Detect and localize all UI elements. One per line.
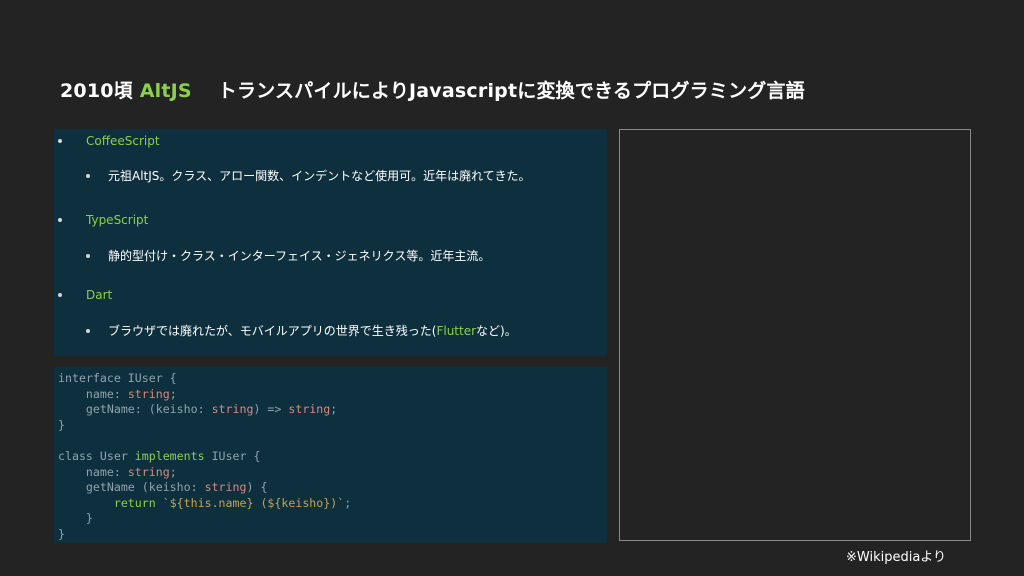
list-item-label: CoffeeScript — [86, 134, 160, 148]
language-list-panel — [54, 129, 607, 356]
title-topic: AltJS — [139, 80, 192, 102]
list-subitem-text: ブラウザでは廃れたが、モバイルアプリの世界で生き残った(Flutterなど)。 — [108, 324, 517, 338]
list-subitem-text: 静的型付け・クラス・インターフェイス・ジェネリクス等。近年主流。 — [108, 249, 491, 263]
code-sample: interface IUser { name: string; getName:… — [58, 371, 352, 541]
empty-frame — [619, 129, 971, 541]
bullet-icon — [58, 139, 62, 143]
footnote-source: ※Wikipediaより — [846, 550, 947, 565]
list-subitem-text: 元祖AltJS。クラス、アロー関数、インデントなど使用可。近年は廃れてきた。 — [108, 169, 531, 183]
bullet-icon — [86, 174, 90, 178]
slide-title: 2010頃 AltJS トランスパイルによりJavascriptに変換できるプログ… — [60, 76, 805, 103]
bullet-icon — [86, 254, 90, 258]
title-description: トランスパイルによりJavascriptに変換できるプログラミング言語 — [217, 80, 805, 102]
bullet-icon — [58, 293, 62, 297]
title-year: 2010頃 — [60, 80, 133, 102]
bullet-icon — [86, 329, 90, 333]
list-item-label: TypeScript — [86, 213, 149, 227]
code-sample-panel: interface IUser { name: string; getName:… — [54, 367, 607, 543]
list-item-label: Dart — [86, 288, 113, 302]
bullet-icon — [58, 218, 62, 222]
